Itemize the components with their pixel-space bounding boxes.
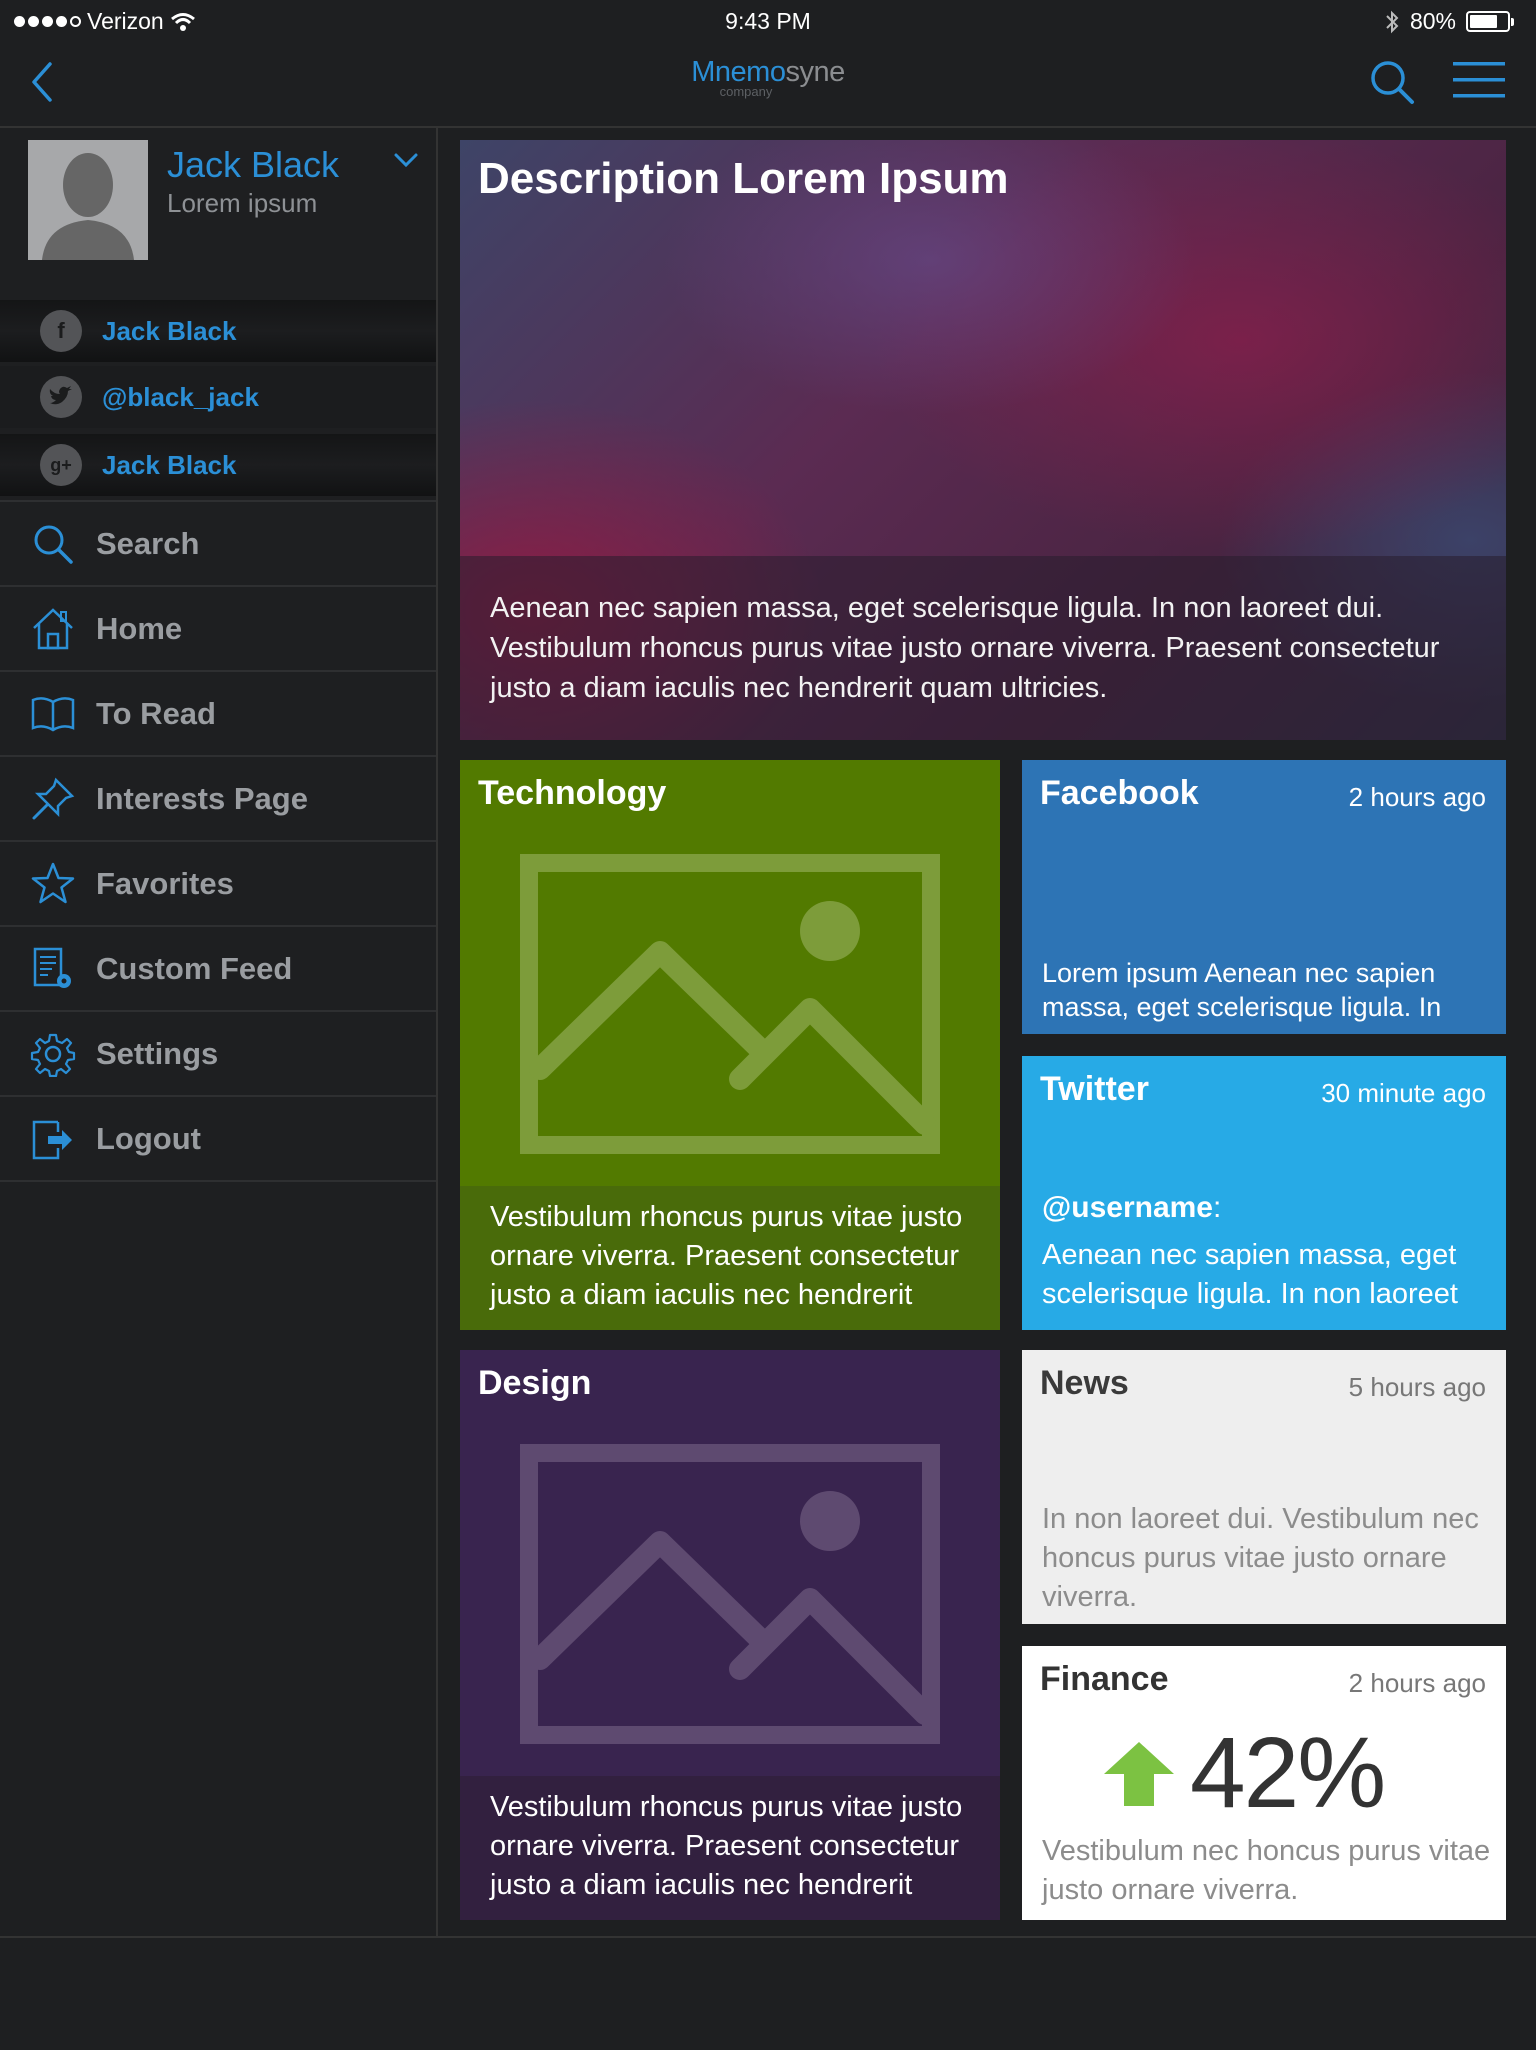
sidebar-item-home[interactable]: Home (0, 585, 436, 670)
tile-text: Lorem ipsum Aenean nec sapien massa, ege… (1042, 958, 1442, 1034)
sidebar-item-logout[interactable]: Logout (0, 1095, 436, 1182)
sidebar-item-label: Settings (96, 1035, 219, 1071)
featured-text: Aenean nec sapien massa, eget scelerisqu… (490, 592, 1440, 704)
social-facebook[interactable]: f Jack Black (0, 300, 436, 362)
tile-twitter[interactable]: Twitter 30 minute ago @username: Aenean … (1022, 1056, 1506, 1330)
tile-text: In non laoreet dui. Vestibulum nec honcu… (1042, 1503, 1479, 1613)
brand-logo: Mnemosyne company (0, 56, 1536, 99)
tile-timestamp: 2 hours ago (1348, 782, 1486, 812)
menu-icon[interactable] (1452, 60, 1506, 100)
tile-text: Vestibulum rhoncus purus vitae justo orn… (490, 1201, 963, 1311)
avatar[interactable] (28, 140, 148, 260)
pin-icon (30, 776, 76, 822)
finance-value: 42% (1190, 1717, 1386, 1829)
book-icon (30, 691, 76, 737)
sidebar-item-label: Interests Page (96, 780, 308, 816)
sidebar-item-interests[interactable]: Interests Page (0, 755, 436, 840)
tile-title: Finance (1040, 1660, 1169, 1698)
tile-timestamp: 30 minute ago (1321, 1078, 1486, 1108)
social-label: Jack Black (102, 449, 237, 480)
brand-name-part2: syne (785, 56, 845, 88)
social-label: Jack Black (102, 315, 237, 346)
sidebar-item-search[interactable]: Search (0, 500, 436, 585)
bottom-bar (0, 1936, 1536, 2050)
tile-design[interactable]: Design Vestibulum rhoncus purus vitae ju… (460, 1350, 1000, 1920)
tile-text: Vestibulum nec honcus purus vitae justo … (1042, 1835, 1491, 1906)
navigation-bar: Mnemosyne company (0, 44, 1536, 128)
social-label: @black_jack (102, 381, 259, 412)
sidebar-item-label: Favorites (96, 865, 234, 901)
arrow-up-icon (1104, 1742, 1174, 1806)
featured-title: Description Lorem Ipsum (478, 154, 1009, 203)
battery-percent: 80% (1409, 8, 1456, 34)
search-icon (30, 521, 76, 567)
twitter-icon (40, 376, 82, 418)
tweet-colon: : (1213, 1191, 1222, 1224)
status-bar: Verizon 9:43 PM 80% (0, 0, 1536, 44)
sidebar: Jack Black Lorem ipsum f Jack Black @bla… (0, 128, 438, 1936)
tile-title: Twitter (1040, 1070, 1149, 1108)
facebook-icon: f (40, 310, 82, 352)
battery-icon (1466, 11, 1514, 32)
search-icon[interactable] (1368, 58, 1416, 106)
tile-technology[interactable]: Technology Vestibulum rhoncus purus vita… (460, 760, 1000, 1330)
sidebar-item-label: Search (96, 525, 200, 561)
person-silhouette-icon (42, 153, 134, 260)
tile-timestamp: 2 hours ago (1348, 1668, 1486, 1698)
sidebar-item-label: Home (96, 610, 183, 646)
tile-text: Aenean nec sapien massa, eget scelerisqu… (1042, 1239, 1458, 1310)
tile-timestamp: 5 hours ago (1348, 1372, 1486, 1402)
tile-facebook[interactable]: Facebook 2 hours ago Lorem ipsum Aenean … (1022, 760, 1506, 1034)
tweet-user-line: @username: (1042, 1188, 1221, 1227)
star-icon (30, 861, 76, 907)
home-icon (30, 606, 76, 652)
sidebar-item-custom-feed[interactable]: Custom Feed (0, 925, 436, 1010)
feed-settings-icon (30, 946, 76, 992)
social-twitter[interactable]: @black_jack (0, 366, 436, 428)
brand-subtitle: company (719, 84, 773, 99)
sidebar-item-favorites[interactable]: Favorites (0, 840, 436, 925)
sidebar-item-to-read[interactable]: To Read (0, 670, 436, 755)
chevron-down-icon[interactable] (391, 150, 421, 170)
google-plus-icon: g+ (40, 444, 82, 486)
tile-title: Design (478, 1364, 592, 1402)
status-right: 80% (1384, 8, 1514, 35)
social-accounts: f Jack Black @black_jack g+ Jack Black (0, 300, 436, 498)
gear-icon (30, 1031, 76, 1077)
sidebar-menu: Search Home To Read Interests Page Favor… (0, 500, 436, 1182)
sidebar-item-label: To Read (96, 695, 216, 731)
tweet-username[interactable]: @username (1042, 1191, 1213, 1224)
clock: 9:43 PM (725, 8, 811, 34)
logout-icon (30, 1116, 76, 1162)
sidebar-item-label: Logout (96, 1120, 202, 1156)
social-google-plus[interactable]: g+ Jack Black (0, 434, 436, 496)
tile-text: Vestibulum rhoncus purus vitae justo orn… (490, 1791, 963, 1901)
featured-article[interactable]: Description Lorem Ipsum Aenean nec sapie… (460, 140, 1506, 740)
profile-subtitle: Lorem ipsum (167, 188, 318, 218)
sidebar-item-settings[interactable]: Settings (0, 1010, 436, 1095)
image-placeholder-icon (520, 1444, 940, 1744)
profile-name[interactable]: Jack Black (167, 144, 339, 186)
sidebar-item-label: Custom Feed (96, 950, 293, 986)
tile-title: News (1040, 1364, 1129, 1402)
tile-title: Technology (478, 774, 667, 812)
bluetooth-icon (1386, 10, 1399, 33)
tile-title: Facebook (1040, 774, 1199, 812)
tile-news[interactable]: News 5 hours ago In non laoreet dui. Ves… (1022, 1350, 1506, 1624)
image-placeholder-icon (520, 854, 940, 1154)
tile-finance[interactable]: Finance 2 hours ago 42% Vestibulum nec h… (1022, 1646, 1506, 1920)
